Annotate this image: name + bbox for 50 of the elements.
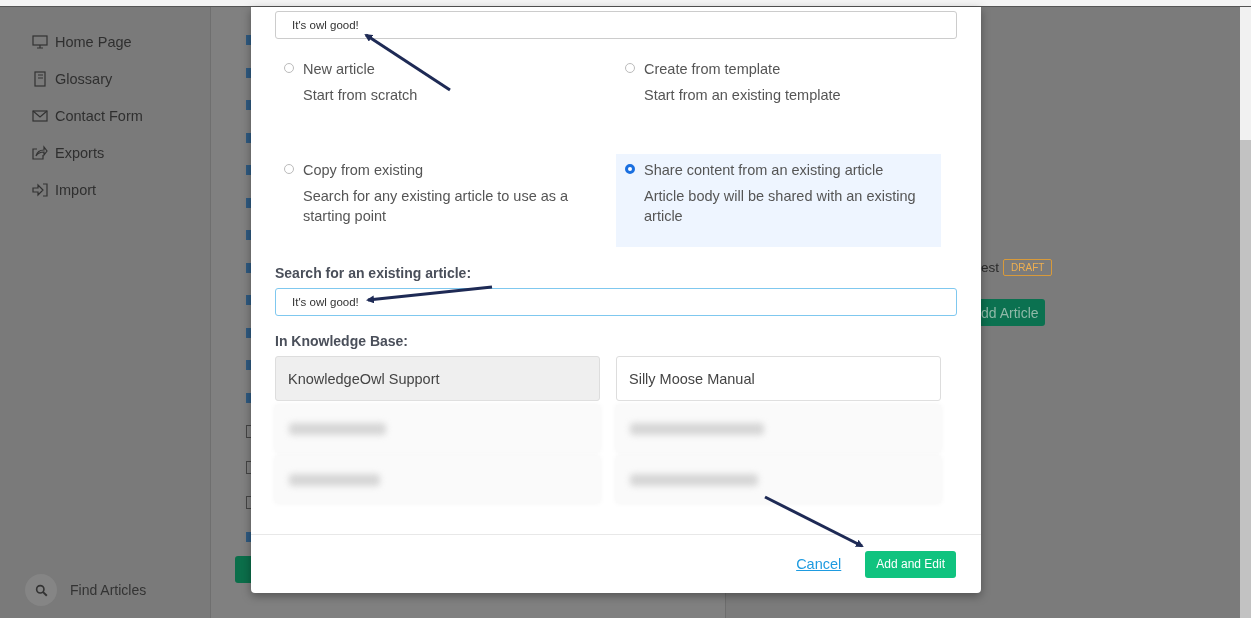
list-marker xyxy=(246,100,251,110)
cancel-link[interactable]: Cancel xyxy=(796,556,842,572)
book-icon xyxy=(32,70,48,87)
envelope-icon xyxy=(32,107,48,124)
search-icon xyxy=(25,574,57,606)
list-marker xyxy=(246,392,251,403)
list-marker xyxy=(246,531,251,542)
find-articles-button[interactable]: Find Articles xyxy=(25,574,147,606)
share-icon xyxy=(32,144,48,161)
list-marker xyxy=(246,132,251,143)
sidebar-item[interactable]: Contact Form xyxy=(0,97,210,134)
option-card[interactable]: New article Start from scratch xyxy=(275,53,600,146)
option-label: Share content from an existing article xyxy=(644,162,885,178)
search-label: Search for an existing article: xyxy=(275,265,473,281)
sidebar-item[interactable]: Glossary xyxy=(0,60,210,97)
sidebar-item[interactable]: Home Page xyxy=(0,23,210,60)
radio-button[interactable] xyxy=(625,164,635,174)
option-card[interactable]: Copy from existing Search for any existing article to use as a starting point xyxy=(275,154,600,247)
option-label: Create from template xyxy=(644,61,782,77)
monitor-icon xyxy=(32,33,48,50)
option-label: Copy from existing xyxy=(303,162,425,178)
article-title: est xyxy=(981,260,999,275)
option-description: Start from an existing template xyxy=(644,86,841,105)
search-input-field[interactable]: It's owl good! xyxy=(275,288,957,316)
option-description: Search for any existing article to use as a starting point xyxy=(303,187,570,226)
list-marker xyxy=(246,262,251,273)
sidebar-item[interactable]: Import xyxy=(0,171,210,208)
title-input-field[interactable]: It's owl good! xyxy=(275,11,957,39)
list-marker xyxy=(246,327,251,338)
import-icon xyxy=(32,181,48,198)
knowledge-base-option[interactable]: KnowledgeOwl Support xyxy=(275,356,600,401)
knowledge-base-option[interactable]: Silly Moose Manual xyxy=(616,356,941,401)
list-marker xyxy=(246,360,251,370)
option-description: Article body will be shared with an existing article xyxy=(644,187,917,226)
list-marker xyxy=(246,35,251,45)
status-badge: DRAFT xyxy=(1003,259,1053,276)
option-description: Start from scratch xyxy=(303,86,418,105)
list-marker xyxy=(246,165,251,175)
sidebar-item[interactable]: Exports xyxy=(0,134,210,171)
add-and-edit-button[interactable]: Add and Edit xyxy=(865,550,956,578)
list-marker xyxy=(246,295,251,305)
list-marker xyxy=(246,67,251,78)
option-label: New article xyxy=(303,61,376,77)
knowledge-base-label: In Knowledge Base: xyxy=(275,333,410,349)
option-card[interactable]: Share content from an existing article Article body will be shared with an existing article xyxy=(616,154,941,247)
list-marker xyxy=(246,197,251,208)
option-card[interactable]: Create from template Start from an existing template xyxy=(616,53,941,146)
list-marker xyxy=(246,230,251,240)
scrollbar[interactable] xyxy=(1240,7,1251,618)
add-article-button[interactable]: dd Article xyxy=(981,299,1045,326)
